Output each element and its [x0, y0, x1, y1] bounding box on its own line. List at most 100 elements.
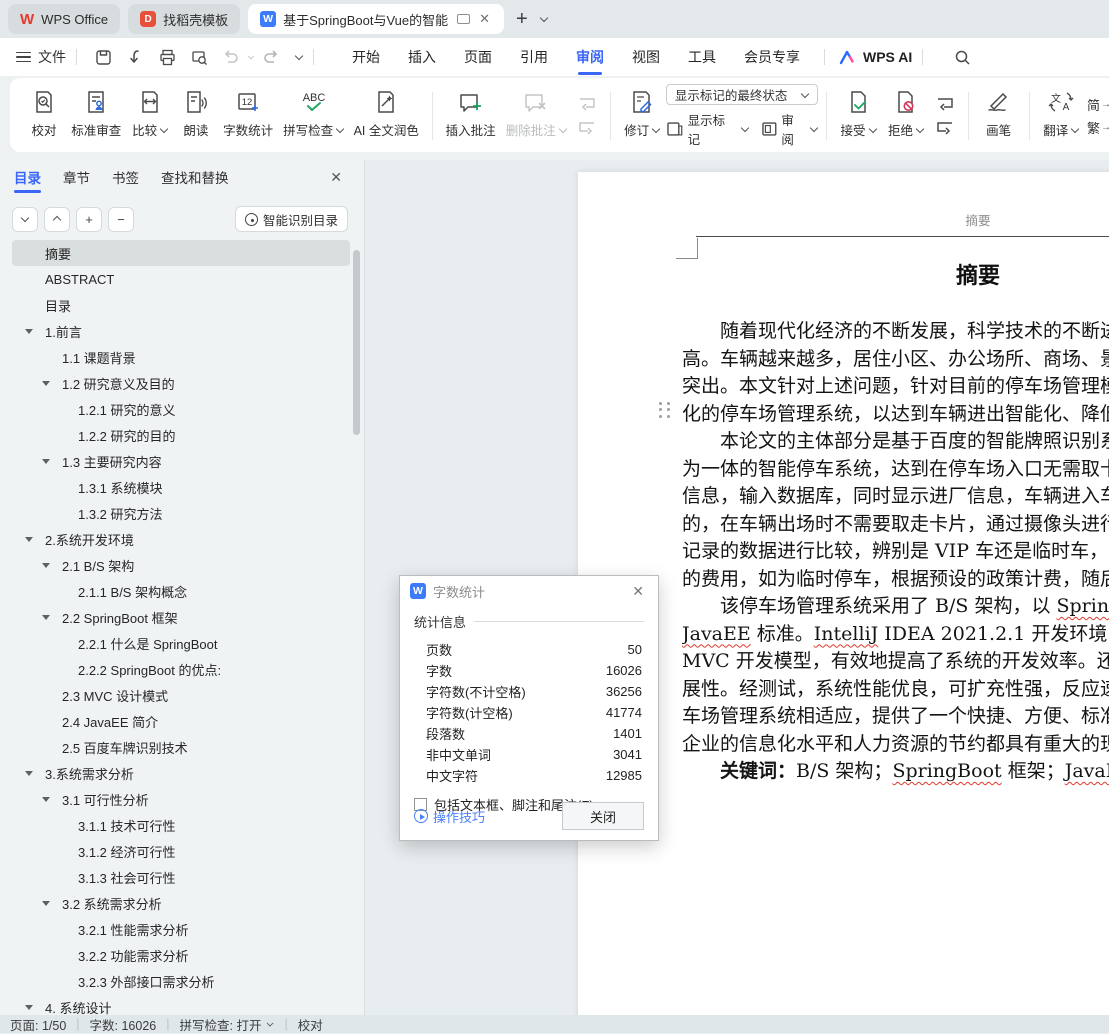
toc-expand-icon[interactable]: [25, 1005, 33, 1010]
toc-item[interactable]: 3.2.2 功能需求分析: [12, 942, 350, 968]
track-changes-button[interactable]: 修订: [618, 84, 665, 148]
toc-expand-icon[interactable]: [42, 459, 50, 464]
toc-item[interactable]: ABSTRACT: [12, 266, 350, 292]
wps-ai-button[interactable]: WPS AI: [839, 49, 912, 65]
status-page[interactable]: 页面: 1/50: [10, 1015, 66, 1034]
proofread-button[interactable]: 校对: [22, 84, 66, 148]
toc-item[interactable]: 3.2.3 外部接口需求分析: [12, 968, 350, 994]
toc-item[interactable]: 3.2.1 性能需求分析: [12, 916, 350, 942]
status-word-count[interactable]: 字数: 16026: [90, 1015, 157, 1034]
search-icon[interactable]: [951, 46, 973, 68]
toc-item[interactable]: 2.2.1 什么是 SpringBoot: [12, 630, 350, 656]
expand-all-button[interactable]: [44, 207, 70, 232]
export-icon[interactable]: [124, 46, 146, 68]
toc-expand-icon[interactable]: [42, 901, 50, 906]
accept-button[interactable]: 接受: [835, 84, 882, 148]
monitor-icon[interactable]: [457, 14, 470, 24]
toc-item[interactable]: 2.2 SpringBoot 框架: [12, 604, 350, 630]
tab-wps-office[interactable]: W WPS Office: [8, 4, 120, 34]
toc-item[interactable]: 3.1.2 经济可行性: [12, 838, 350, 864]
toc-item[interactable]: 4. 系统设计: [12, 994, 350, 1015]
toc-item[interactable]: 2.1.1 B/S 架构概念: [12, 578, 350, 604]
zoom-in-toc-button[interactable]: +: [76, 207, 102, 232]
close-tab-icon[interactable]: ✕: [477, 11, 492, 27]
tab-chapters[interactable]: 章节: [63, 160, 90, 194]
to-simplified-button[interactable]: 简→: [1087, 95, 1109, 114]
drag-handle-icon[interactable]: [656, 400, 672, 420]
dialog-close-icon[interactable]: ✕: [628, 583, 648, 600]
menu-page[interactable]: 页面: [450, 39, 506, 75]
read-aloud-button[interactable]: 朗读: [174, 84, 218, 148]
spell-check-button[interactable]: ABC 拼写检查: [278, 84, 349, 148]
quick-access-chevron-icon[interactable]: [295, 53, 303, 61]
toc-expand-icon[interactable]: [42, 381, 50, 386]
toc-item[interactable]: 1.3.1 系统模块: [12, 474, 350, 500]
tab-list-chevron-icon[interactable]: [540, 15, 548, 23]
save-icon[interactable]: [92, 46, 114, 68]
print-icon[interactable]: [156, 46, 178, 68]
reject-button[interactable]: 拒绝: [882, 84, 929, 148]
print-preview-icon[interactable]: [188, 46, 210, 68]
tab-bookmarks[interactable]: 书签: [112, 160, 139, 194]
compare-button[interactable]: 比较: [126, 84, 173, 148]
file-menu[interactable]: 文件: [38, 47, 66, 67]
toc-expand-icon[interactable]: [42, 563, 50, 568]
menu-tools[interactable]: 工具: [674, 39, 730, 75]
menu-insert[interactable]: 插入: [394, 39, 450, 75]
add-tab-icon[interactable]: +: [516, 8, 528, 31]
toc-expand-icon[interactable]: [25, 537, 33, 542]
toc-item[interactable]: 2.5 百度车牌识别技术: [12, 734, 350, 760]
insert-comment-button[interactable]: 插入批注: [440, 84, 500, 148]
toc-item[interactable]: 2.1 B/S 架构: [12, 552, 350, 578]
close-sidebar-icon[interactable]: ✕: [330, 169, 342, 186]
close-dialog-button[interactable]: 关闭: [562, 802, 644, 830]
translate-button[interactable]: 文A 翻译: [1038, 84, 1085, 148]
tab-document-active[interactable]: W 基于SpringBoot与Vue的智能 ✕: [248, 4, 504, 34]
menu-review[interactable]: 审阅: [562, 39, 618, 75]
toc-item[interactable]: 1.2.1 研究的意义: [12, 396, 350, 422]
tips-link[interactable]: 操作技巧: [414, 807, 485, 826]
pen-button[interactable]: 画笔: [977, 84, 1021, 148]
zoom-out-toc-button[interactable]: −: [108, 207, 134, 232]
toc-expand-icon[interactable]: [42, 615, 50, 620]
toc-item[interactable]: 1.前言: [12, 318, 350, 344]
toc-item[interactable]: 2.4 JavaEE 简介: [12, 708, 350, 734]
next-change-icon[interactable]: [933, 119, 957, 137]
toc-item[interactable]: 1.2.2 研究的目的: [12, 422, 350, 448]
status-spell-check[interactable]: 拼写检查: 打开: [180, 1015, 275, 1034]
toc-item[interactable]: 2.2.2 SpringBoot 的优点:: [12, 656, 350, 682]
show-markup-button[interactable]: 显示标记: [666, 110, 749, 148]
toc-item[interactable]: 3.1.3 社会可行性: [12, 864, 350, 890]
toc-item[interactable]: 目录: [12, 292, 350, 318]
toc-expand-icon[interactable]: [42, 797, 50, 802]
toc-item[interactable]: 1.3.2 研究方法: [12, 500, 350, 526]
tab-toc[interactable]: 目录: [14, 160, 41, 194]
sidebar-scrollbar[interactable]: [353, 250, 360, 435]
standard-review-button[interactable]: 比较标准审查: [66, 84, 126, 148]
menu-reference[interactable]: 引用: [506, 39, 562, 75]
to-traditional-button[interactable]: 繁→: [1087, 118, 1109, 137]
menu-member[interactable]: 会员专享: [730, 39, 814, 75]
status-proofread[interactable]: 校对: [298, 1015, 323, 1034]
review-pane-button[interactable]: 审阅: [761, 110, 818, 148]
toc-item[interactable]: 3.1.1 技术可行性: [12, 812, 350, 838]
prev-change-icon[interactable]: [933, 95, 957, 113]
markup-state-dropdown[interactable]: 显示标记的最终状态: [666, 84, 818, 105]
document-body[interactable]: 随着现代化经济的不断发展，科学技术的不断进步，人高。车辆越来越多，居住小区、办公…: [682, 318, 1109, 786]
menu-home[interactable]: 开始: [338, 39, 394, 75]
toc-item[interactable]: 3.1 可行性分析: [12, 786, 350, 812]
toc-item[interactable]: 3.2 系统需求分析: [12, 890, 350, 916]
smart-toc-button[interactable]: 智能识别目录: [235, 206, 348, 232]
menu-view[interactable]: 视图: [618, 39, 674, 75]
toc-expand-icon[interactable]: [25, 771, 33, 776]
toc-item[interactable]: 1.3 主要研究内容: [12, 448, 350, 474]
toc-item[interactable]: 2.系统开发环境: [12, 526, 350, 552]
word-count-button[interactable]: 12 字数统计: [218, 84, 278, 148]
collapse-all-button[interactable]: [12, 207, 38, 232]
toc-item[interactable]: 1.1 课题背景: [12, 344, 350, 370]
toc-expand-icon[interactable]: [25, 329, 33, 334]
toc-item[interactable]: 2.3 MVC 设计模式: [12, 682, 350, 708]
tab-docer-templates[interactable]: D 找稻壳模板: [128, 4, 240, 34]
toc-item[interactable]: 1.2 研究意义及目的: [12, 370, 350, 396]
ai-polish-button[interactable]: AI 全文润色: [349, 84, 424, 148]
